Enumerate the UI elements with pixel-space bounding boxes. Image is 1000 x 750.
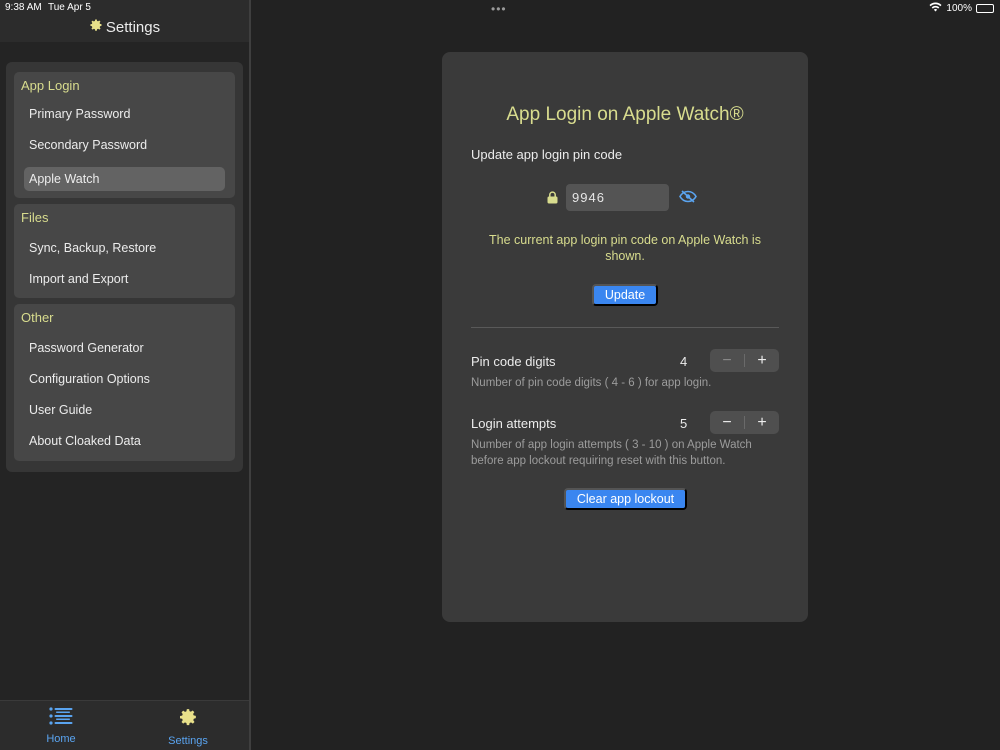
login-attempts-label: Login attempts — [471, 416, 557, 431]
login-attempts-description: Number of app login attempts ( 3 - 10 ) … — [471, 439, 752, 467]
pin-code-input[interactable] — [566, 184, 669, 211]
clear-app-lockout-button[interactable]: Clear app lockout — [564, 488, 687, 510]
login-attempts-value: 5 — [680, 416, 688, 431]
login-attempts-stepper: − + — [710, 411, 779, 434]
group-files: Files Sync, Backup, Restore Import and E… — [14, 204, 235, 298]
sidebar-item-about[interactable]: About Cloaked Data — [24, 429, 225, 453]
group-other: Other Password Generator Configuration O… — [14, 304, 235, 461]
lock-icon — [547, 191, 558, 209]
tab-home[interactable]: Home — [16, 707, 106, 747]
gear-icon — [178, 707, 198, 732]
list-icon — [49, 707, 73, 730]
main-content: ••• 100% App Login on Apple Watch® Updat… — [251, 0, 1000, 750]
multitask-dots[interactable]: ••• — [491, 2, 511, 16]
gear-icon — [89, 18, 103, 37]
pin-digits-description: Number of pin code digits ( 4 - 6 ) for … — [471, 377, 712, 389]
battery-percent: 100% — [946, 3, 972, 14]
update-button[interactable]: Update — [592, 284, 658, 306]
group-title-other: Other — [21, 310, 54, 325]
pin-info-text: The current app login pin code on Apple … — [489, 233, 761, 263]
pin-digits-value: 4 — [680, 354, 688, 369]
sidebar: 9:38 AM Tue Apr 5 Settings App Login Pri… — [0, 0, 249, 750]
sidebar-item-primary-password[interactable]: Primary Password — [24, 102, 225, 126]
sidebar-item-password-generator[interactable]: Password Generator — [24, 336, 225, 360]
login-attempts-increment-button[interactable]: + — [745, 411, 779, 434]
sidebar-title-wrap: Settings — [0, 17, 249, 37]
tab-bar: Home Settings — [0, 700, 249, 750]
pin-digits-decrement-button[interactable]: − — [710, 349, 744, 372]
apple-watch-panel: App Login on Apple Watch® Update app log… — [442, 52, 808, 622]
tab-home-label: Home — [46, 733, 76, 745]
battery-icon — [976, 4, 994, 13]
sidebar-item-apple-watch[interactable]: Apple Watch — [24, 167, 225, 191]
sidebar-item-user-guide[interactable]: User Guide — [24, 398, 225, 422]
group-title-files: Files — [21, 210, 49, 225]
pin-digits-stepper: − + — [710, 349, 779, 372]
sidebar-item-secondary-password[interactable]: Secondary Password — [24, 133, 225, 157]
status-time: 9:38 AM — [5, 2, 42, 13]
wifi-icon — [929, 2, 942, 15]
group-app-login: App Login Primary Password Secondary Pas… — [14, 72, 235, 198]
settings-menu: App Login Primary Password Secondary Pas… — [6, 62, 243, 472]
page-title: App Login on Apple Watch® — [506, 104, 744, 125]
sidebar-header: 9:38 AM Tue Apr 5 Settings — [0, 0, 249, 42]
divider — [471, 327, 779, 328]
status-date: Tue Apr 5 — [48, 2, 91, 13]
sidebar-title: Settings — [105, 18, 161, 36]
sidebar-item-import-export[interactable]: Import and Export — [24, 267, 225, 291]
tab-settings-label: Settings — [168, 735, 208, 747]
group-title-app-login: App Login — [21, 78, 80, 93]
sidebar-item-configuration-options[interactable]: Configuration Options — [24, 367, 225, 391]
login-attempts-decrement-button[interactable]: − — [710, 411, 744, 434]
eye-slash-icon[interactable] — [679, 190, 697, 208]
status-right: 100% — [929, 2, 994, 15]
tab-settings[interactable]: Settings — [143, 707, 233, 747]
pin-digits-label: Pin code digits — [471, 354, 556, 369]
update-pin-label: Update app login pin code — [471, 147, 623, 162]
sidebar-item-sync-backup-restore[interactable]: Sync, Backup, Restore — [24, 236, 225, 260]
pin-digits-increment-button[interactable]: + — [745, 349, 779, 372]
